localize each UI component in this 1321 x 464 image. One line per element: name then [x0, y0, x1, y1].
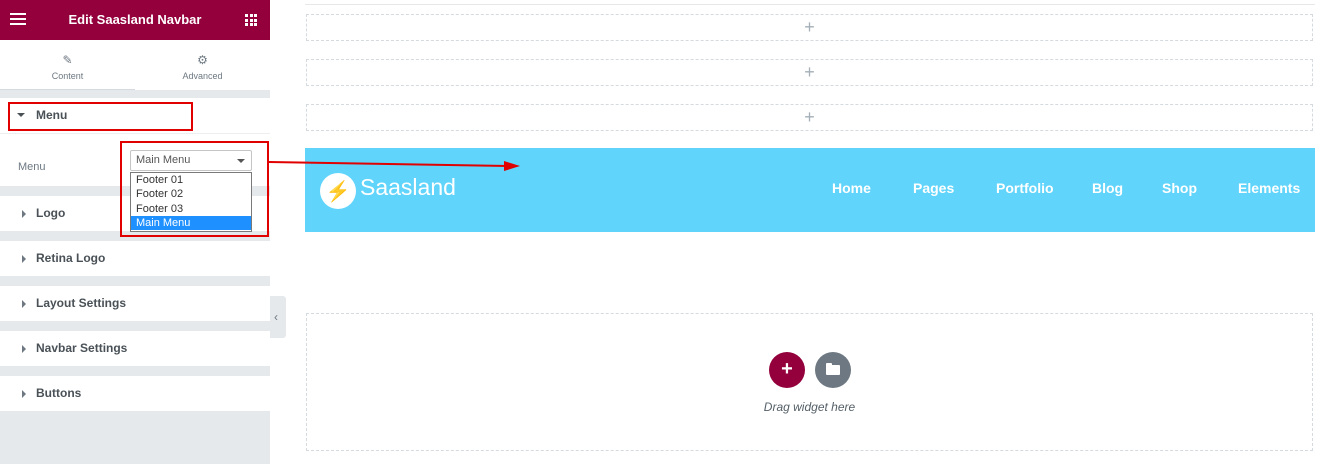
section-retina-logo[interactable]: Retina Logo [0, 241, 270, 276]
caret-right-icon [22, 210, 26, 218]
section-retina-logo-title: Retina Logo [36, 251, 106, 265]
section-navbar-settings-title: Navbar Settings [36, 341, 128, 355]
drag-widget-hint: Drag widget here [763, 400, 856, 414]
add-section-icon[interactable]: + [307, 15, 1312, 40]
section-layout-settings-title: Layout Settings [36, 296, 127, 310]
panel-tabs: ✎ Content ⚙ Advanced [0, 40, 270, 90]
add-new-section-button[interactable]: + [769, 352, 805, 388]
panel-title: Edit Saasland Navbar [68, 12, 202, 27]
section-layout-settings[interactable]: Layout Settings [0, 286, 270, 321]
empty-section[interactable]: + [306, 59, 1313, 86]
nav-link-home[interactable]: Home [832, 180, 871, 196]
nav-link-pages[interactable]: Pages [913, 180, 954, 196]
empty-section[interactable]: + [306, 104, 1313, 131]
highlight-box-menu-section [8, 102, 193, 131]
tab-advanced[interactable]: ⚙ Advanced [135, 40, 270, 90]
highlight-box-menu-select [120, 141, 269, 237]
canvas-top-border [305, 4, 1315, 5]
nav-link-elements[interactable]: Elements [1238, 180, 1300, 196]
caret-right-icon [22, 255, 26, 263]
widget-drop-zone[interactable]: + Drag widget here [306, 313, 1313, 451]
nav-link-portfolio[interactable]: Portfolio [996, 180, 1054, 196]
add-section-icon[interactable]: + [307, 60, 1312, 85]
menu-field-label: Menu [18, 161, 46, 173]
tab-advanced-label: Advanced [182, 71, 223, 81]
caret-right-icon [22, 300, 26, 308]
empty-section[interactable]: + [306, 14, 1313, 41]
collapse-panel-handle[interactable]: ‹ [270, 296, 286, 338]
folder-icon [826, 363, 840, 375]
caret-right-icon [22, 345, 26, 353]
section-navbar-settings[interactable]: Navbar Settings [0, 331, 270, 366]
nav-link-blog[interactable]: Blog [1092, 180, 1123, 196]
panel-header: Edit Saasland Navbar [0, 0, 270, 40]
tab-content-label: Content [51, 71, 84, 81]
annotation-arrow [268, 161, 520, 171]
divider [0, 133, 270, 134]
pencil-icon: ✎ [62, 53, 73, 67]
template-library-button[interactable] [815, 352, 851, 388]
section-buttons-title: Buttons [36, 386, 82, 400]
caret-right-icon [22, 390, 26, 398]
gear-icon: ⚙ [197, 53, 208, 67]
add-section-icon[interactable]: + [307, 105, 1312, 130]
tab-content[interactable]: ✎ Content [0, 40, 135, 90]
section-logo-title: Logo [36, 206, 66, 220]
chevron-left-icon: ‹ [274, 310, 278, 324]
apps-grid-icon[interactable] [245, 14, 257, 26]
nav-link-shop[interactable]: Shop [1162, 180, 1197, 196]
section-buttons[interactable]: Buttons [0, 376, 270, 411]
